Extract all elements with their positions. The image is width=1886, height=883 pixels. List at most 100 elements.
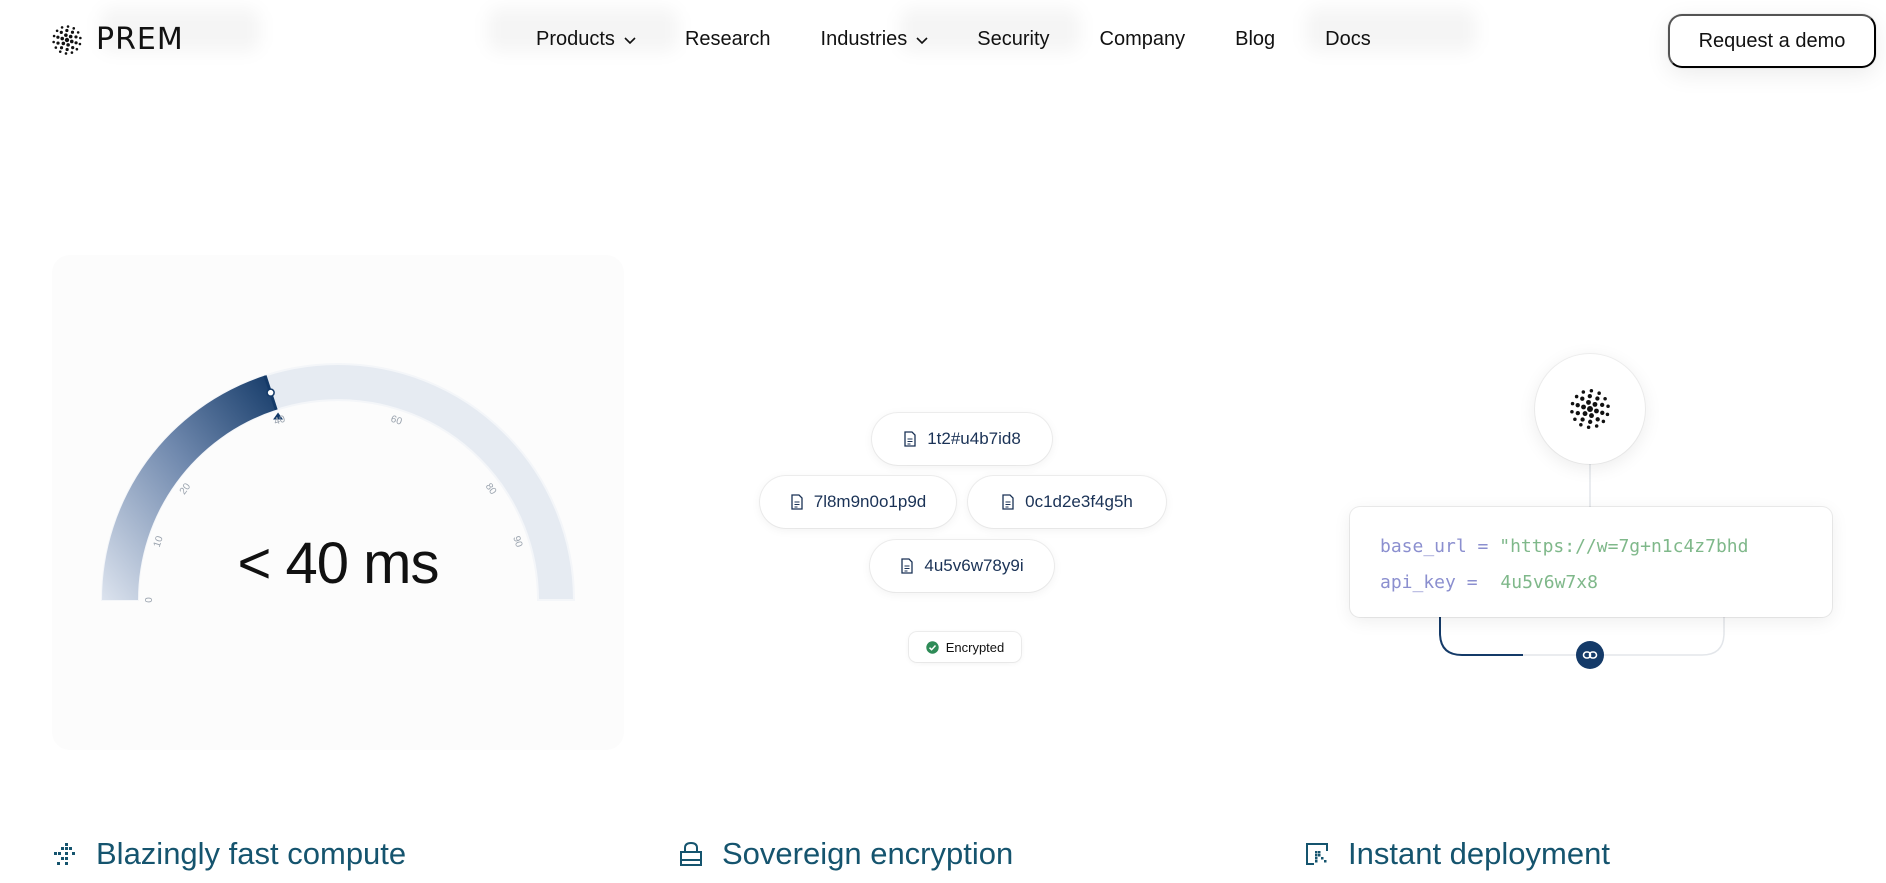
link-button[interactable] bbox=[1576, 641, 1604, 669]
logo-dot bbox=[59, 30, 63, 34]
logo-dot bbox=[1575, 410, 1580, 416]
nav-company[interactable]: Company bbox=[1100, 28, 1186, 51]
token-text: 7l8m9n0o1p9d bbox=[813, 492, 927, 511]
logo-dot bbox=[1582, 411, 1588, 417]
token-pill: 1t2#u4b7id8 bbox=[872, 413, 1052, 465]
logo-dot bbox=[1595, 417, 1600, 422]
logo-dot bbox=[1570, 401, 1575, 406]
nav-blog[interactable]: Blog bbox=[1235, 28, 1275, 51]
prem-node bbox=[1535, 354, 1645, 464]
document-icon bbox=[791, 494, 803, 510]
nav-industries-label: Industries bbox=[820, 28, 908, 50]
prem-logo-icon bbox=[52, 24, 82, 55]
nav-industries[interactable]: Industries bbox=[821, 28, 930, 51]
logo-dot bbox=[1592, 401, 1598, 407]
logo-dot bbox=[1601, 419, 1606, 424]
nav-research-label: Research bbox=[684, 28, 771, 50]
gauge-tick-label: 60 bbox=[389, 414, 403, 428]
nav-docs[interactable]: Docs bbox=[1325, 28, 1371, 51]
prem-logo-icon bbox=[1570, 389, 1610, 429]
logo-dot bbox=[59, 45, 64, 49]
token-pill: 4u5v6w78y9i bbox=[870, 540, 1054, 592]
encrypted-badge-label: Encrypted bbox=[945, 639, 1005, 655]
logo-dot bbox=[1589, 389, 1594, 393]
chevron-down-icon bbox=[916, 36, 928, 44]
logo-dot bbox=[65, 28, 69, 32]
document-icon bbox=[901, 558, 914, 574]
logo-dot bbox=[1589, 413, 1594, 419]
logo-dot bbox=[1579, 423, 1583, 427]
latency-value: < 40 ms bbox=[237, 531, 440, 596]
logo-dot bbox=[1587, 406, 1593, 412]
code-operator: = bbox=[1466, 572, 1478, 593]
request-demo-button[interactable]: Request a demo bbox=[1668, 14, 1876, 68]
logo-dot bbox=[1594, 408, 1599, 414]
logo-dot bbox=[58, 49, 62, 53]
logo-dot bbox=[1605, 412, 1610, 417]
feature-deployment: Instant deployment bbox=[1304, 836, 1610, 872]
logo-dot bbox=[1586, 399, 1591, 405]
logo-dot bbox=[68, 34, 73, 38]
logo-dot bbox=[52, 34, 56, 37]
logo-dot bbox=[1581, 404, 1586, 410]
nav-docs-label: Docs bbox=[1325, 28, 1371, 50]
logo-dot bbox=[1606, 404, 1610, 409]
brand-logo[interactable]: PREM bbox=[50, 22, 184, 57]
top-navigation: PREM Products Research Industries Securi… bbox=[0, 0, 1886, 80]
feature-title: Sovereign encryption bbox=[722, 836, 1014, 871]
nav-company-label: Company bbox=[1099, 28, 1186, 50]
logo-dot bbox=[1574, 394, 1579, 399]
nav-security-label: Security bbox=[977, 28, 1050, 50]
gauge-needle-dot bbox=[266, 388, 275, 397]
logo-dot bbox=[75, 47, 79, 50]
logo-dot bbox=[1580, 417, 1585, 422]
logo-dot bbox=[1595, 396, 1600, 401]
token-text: 1t2#u4b7id8 bbox=[927, 429, 1021, 448]
logo-dot bbox=[74, 34, 78, 39]
logo-dot bbox=[52, 40, 55, 43]
feature-title: Instant deployment bbox=[1348, 836, 1610, 871]
code-value: "https://w=7g+n1c4z7bhd bbox=[1499, 536, 1749, 557]
logo-dot bbox=[64, 37, 70, 42]
link-icon bbox=[1582, 651, 1598, 659]
nav-products[interactable]: Products bbox=[536, 28, 637, 51]
logo-dot bbox=[64, 51, 68, 55]
feature-encryption: Sovereign encryption bbox=[678, 836, 1013, 872]
logo-dot bbox=[72, 26, 76, 30]
logo-dot bbox=[55, 29, 59, 32]
logo-dot bbox=[60, 25, 64, 29]
logo-dot bbox=[76, 30, 80, 34]
nav-blog-label: Blog bbox=[1235, 28, 1276, 50]
logo-dot bbox=[1570, 409, 1574, 414]
logo-dot bbox=[1586, 425, 1591, 429]
logo-dot bbox=[74, 40, 78, 44]
gauge-tick-label: 20 bbox=[178, 481, 194, 497]
logo-dot bbox=[1600, 402, 1605, 408]
logo-dot bbox=[1573, 417, 1577, 422]
logo-dot bbox=[61, 41, 66, 45]
logo-dot bbox=[1597, 391, 1601, 395]
logo-dot bbox=[79, 36, 82, 39]
code-line: api_key = 4u5v6w7x8 bbox=[1380, 565, 1802, 601]
check-circle-icon bbox=[926, 640, 939, 654]
code-key: base_url bbox=[1380, 536, 1467, 557]
logo-dot bbox=[56, 35, 60, 39]
feature-fast-compute: Blazingly fast compute bbox=[52, 836, 406, 872]
logo-dot bbox=[54, 45, 58, 49]
logo-dot bbox=[78, 42, 82, 45]
latency-gauge: 0102040 608090 bbox=[100, 363, 576, 603]
gauge-tick-label: 0 bbox=[144, 597, 155, 603]
nav-security[interactable]: Security bbox=[977, 28, 1049, 51]
token-text: 0c1d2e3f4g5h bbox=[1025, 492, 1133, 511]
logo-dot bbox=[71, 45, 75, 49]
logo-dot bbox=[1594, 424, 1599, 428]
cursor-box-icon bbox=[1306, 843, 1328, 865]
logo-dot bbox=[66, 24, 70, 28]
token-text: 4u5v6w78y9i bbox=[924, 556, 1024, 575]
speed-grid-icon bbox=[54, 843, 75, 865]
feature-title: Blazingly fast compute bbox=[96, 836, 407, 871]
token-pill: 0c1d2e3f4g5h bbox=[968, 476, 1166, 528]
nav-research[interactable]: Research bbox=[685, 28, 771, 51]
code-value: 4u5v6w7x8 bbox=[1500, 572, 1598, 593]
logo-dot bbox=[1603, 396, 1607, 401]
